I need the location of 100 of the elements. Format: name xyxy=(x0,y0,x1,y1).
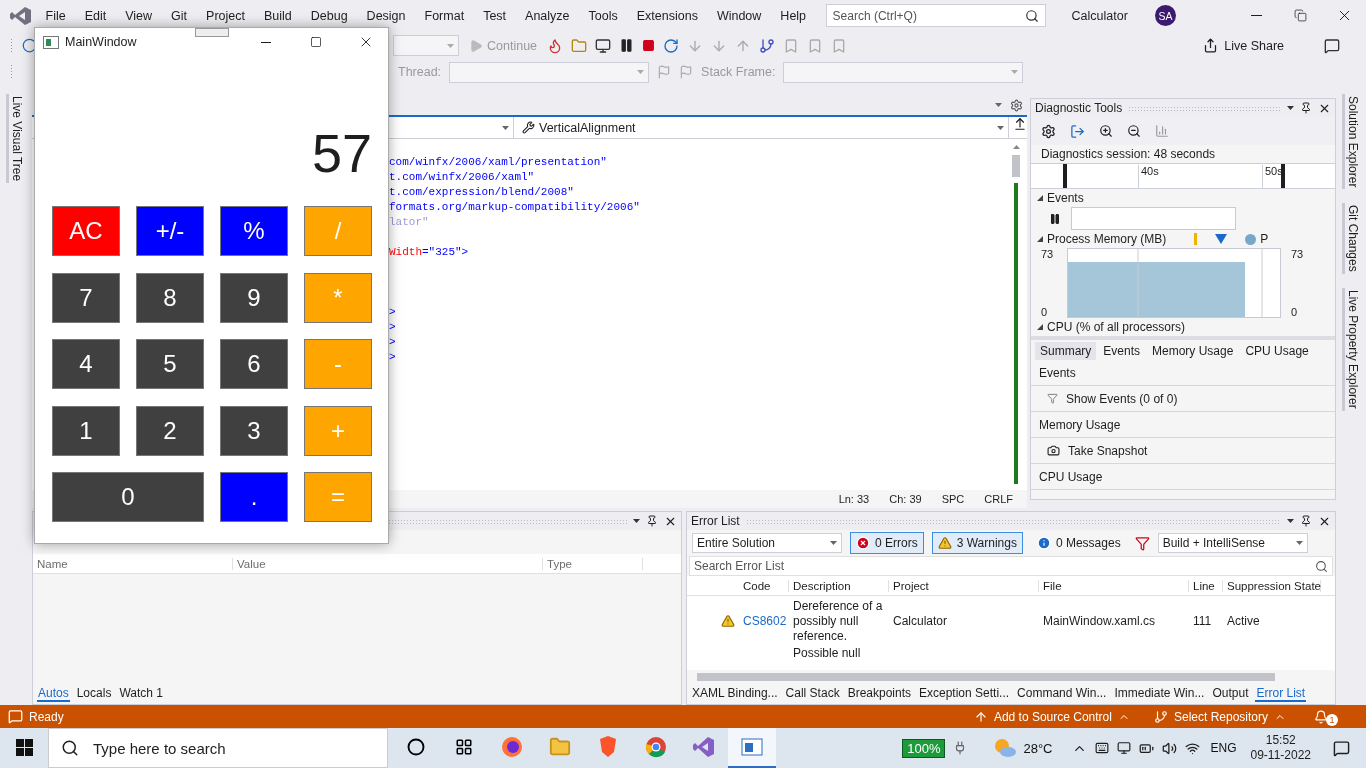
branch-icon[interactable] xyxy=(759,37,776,54)
calculator-key[interactable]: 1 xyxy=(52,405,120,456)
panel-tab[interactable]: Command Win... xyxy=(1016,686,1108,702)
panel-tab[interactable]: XAML Binding... xyxy=(691,686,779,702)
menu-item[interactable]: Analyze xyxy=(515,8,580,23)
menu-item[interactable]: Git xyxy=(161,8,197,23)
panel-tab[interactable]: Watch 1 xyxy=(118,686,164,702)
menu-item[interactable]: Extensions xyxy=(627,8,708,23)
user-avatar[interactable]: SA xyxy=(1155,5,1176,26)
live-share-button[interactable]: Live Share xyxy=(1203,38,1284,53)
calculator-key[interactable]: 2 xyxy=(136,405,204,456)
source-control-button[interactable]: Add to Source Control xyxy=(993,709,1112,724)
app-window-icon[interactable] xyxy=(728,728,776,768)
menu-item[interactable]: Tools xyxy=(579,8,628,23)
calculator-key[interactable]: 6 xyxy=(220,339,288,389)
pause-icon[interactable] xyxy=(619,38,635,53)
menu-item[interactable]: Window xyxy=(707,8,771,23)
column-header[interactable]: Type xyxy=(543,557,643,570)
search-field[interactable]: Search Error List xyxy=(689,556,1333,576)
settings-icon[interactable] xyxy=(1041,123,1056,139)
indent-mode[interactable]: SPC xyxy=(941,493,965,505)
section-header[interactable]: CPU (% of all processors) xyxy=(1047,320,1186,334)
menu-item[interactable]: Test xyxy=(473,8,516,23)
filter-button[interactable]: 3 Warnings xyxy=(931,532,1023,554)
side-tab[interactable]: Live Property Explorer xyxy=(1341,288,1361,411)
taskbar-search-field[interactable]: Type here to search xyxy=(48,728,388,768)
column-header[interactable]: Project xyxy=(889,579,1039,592)
restart-icon[interactable] xyxy=(663,37,680,54)
calculator-key[interactable]: . xyxy=(220,472,288,522)
panel-tab[interactable]: Exception Setti... xyxy=(918,686,1011,702)
notifications-icon[interactable] xyxy=(1333,739,1350,757)
calculator-key[interactable]: 7 xyxy=(52,272,120,323)
menu-item[interactable]: Debug xyxy=(301,8,358,23)
calculator-key[interactable]: 8 xyxy=(136,272,204,323)
caret-icon[interactable] xyxy=(1287,519,1294,523)
calculator-key[interactable]: 0 xyxy=(52,472,204,522)
column-header[interactable]: Name xyxy=(33,557,233,570)
scrollbar-thumb[interactable] xyxy=(1012,155,1020,177)
panel-tab[interactable]: Call Stack xyxy=(784,686,841,702)
column-header[interactable]: Suppression State xyxy=(1223,579,1321,592)
menu-item[interactable]: Edit xyxy=(75,8,116,23)
calculator-key[interactable]: % xyxy=(220,206,288,256)
panel-tab[interactable]: Output xyxy=(1211,686,1250,702)
caret-icon[interactable] xyxy=(995,103,1002,107)
drag-handle[interactable] xyxy=(195,28,229,37)
panel-tab[interactable]: Error List xyxy=(1255,686,1307,702)
side-tab[interactable]: Solution Explorer xyxy=(1341,94,1361,190)
filter-button[interactable]: 0 Errors xyxy=(850,532,924,554)
stop-icon[interactable] xyxy=(642,39,656,52)
panel-tab[interactable]: Memory Usage xyxy=(1147,342,1239,360)
zoom-in-icon[interactable] xyxy=(1099,124,1113,138)
menu-item[interactable]: Design xyxy=(357,8,416,23)
split-icon[interactable] xyxy=(1013,117,1027,131)
zoom-out-icon[interactable] xyxy=(1127,124,1141,138)
menu-item[interactable]: View xyxy=(115,8,162,23)
menu-item[interactable]: File xyxy=(36,8,76,23)
keyboard-icon[interactable] xyxy=(1095,741,1110,755)
calculator-key[interactable]: 3 xyxy=(220,405,288,456)
export-icon[interactable] xyxy=(1070,123,1085,139)
error-code-link[interactable]: CS8602 xyxy=(739,613,789,629)
calculator-key[interactable]: 5 xyxy=(136,339,204,389)
panel-tab[interactable]: Events xyxy=(1098,342,1146,360)
caret-icon[interactable] xyxy=(633,519,640,523)
monitor-icon[interactable] xyxy=(1117,741,1132,755)
column-header[interactable]: Description xyxy=(789,579,889,592)
section-header[interactable]: Process Memory (MB) xyxy=(1047,232,1167,246)
calculator-key[interactable]: AC xyxy=(52,206,120,256)
column-header[interactable]: File xyxy=(1039,579,1189,592)
pin-icon[interactable] xyxy=(1300,102,1312,114)
pause-icon[interactable] xyxy=(1049,212,1061,225)
section-header[interactable]: Events xyxy=(1047,191,1084,205)
clock-date[interactable]: 09-11-2022 xyxy=(1250,748,1311,763)
panel-tab[interactable]: Immediate Win... xyxy=(1113,686,1206,702)
caret-icon[interactable] xyxy=(1287,106,1294,110)
menu-item[interactable]: Project xyxy=(196,8,255,23)
input-language[interactable]: ENG xyxy=(1210,741,1237,755)
calculator-key[interactable]: +/- xyxy=(136,206,204,256)
column-header[interactable]: Code xyxy=(739,579,789,592)
column-header[interactable]: Value xyxy=(233,557,543,570)
calculator-key[interactable]: 4 xyxy=(52,339,120,389)
feedback-icon[interactable] xyxy=(1324,37,1340,54)
menu-item[interactable]: Format xyxy=(415,8,474,23)
menu-item[interactable]: Help xyxy=(770,8,816,23)
panel-tab[interactable]: Summary xyxy=(1035,342,1097,360)
panel-tab[interactable]: CPU Usage xyxy=(1240,342,1314,360)
source-dropdown[interactable]: Build + IntelliSense xyxy=(1157,533,1308,553)
panel-tab[interactable]: Locals xyxy=(75,686,113,702)
wifi-icon[interactable] xyxy=(1185,740,1201,756)
search-field[interactable]: Search (Ctrl+Q) xyxy=(825,4,1046,27)
pin-icon[interactable] xyxy=(1300,515,1312,527)
panel-tab[interactable]: Breakpoints xyxy=(846,686,912,702)
filter-button[interactable]: 0 Messages xyxy=(1030,532,1127,554)
action-link[interactable]: Show Events (0 of 0) xyxy=(1066,391,1178,406)
column-header[interactable]: Line xyxy=(1189,579,1223,592)
panel-tab[interactable]: Autos xyxy=(37,686,70,702)
volume-icon[interactable] xyxy=(1162,740,1178,756)
calculator-key[interactable]: 9 xyxy=(220,272,288,323)
filter-icon[interactable] xyxy=(1134,535,1150,551)
menu-item[interactable]: Build xyxy=(254,8,302,23)
bell-icon[interactable] xyxy=(1314,709,1328,724)
